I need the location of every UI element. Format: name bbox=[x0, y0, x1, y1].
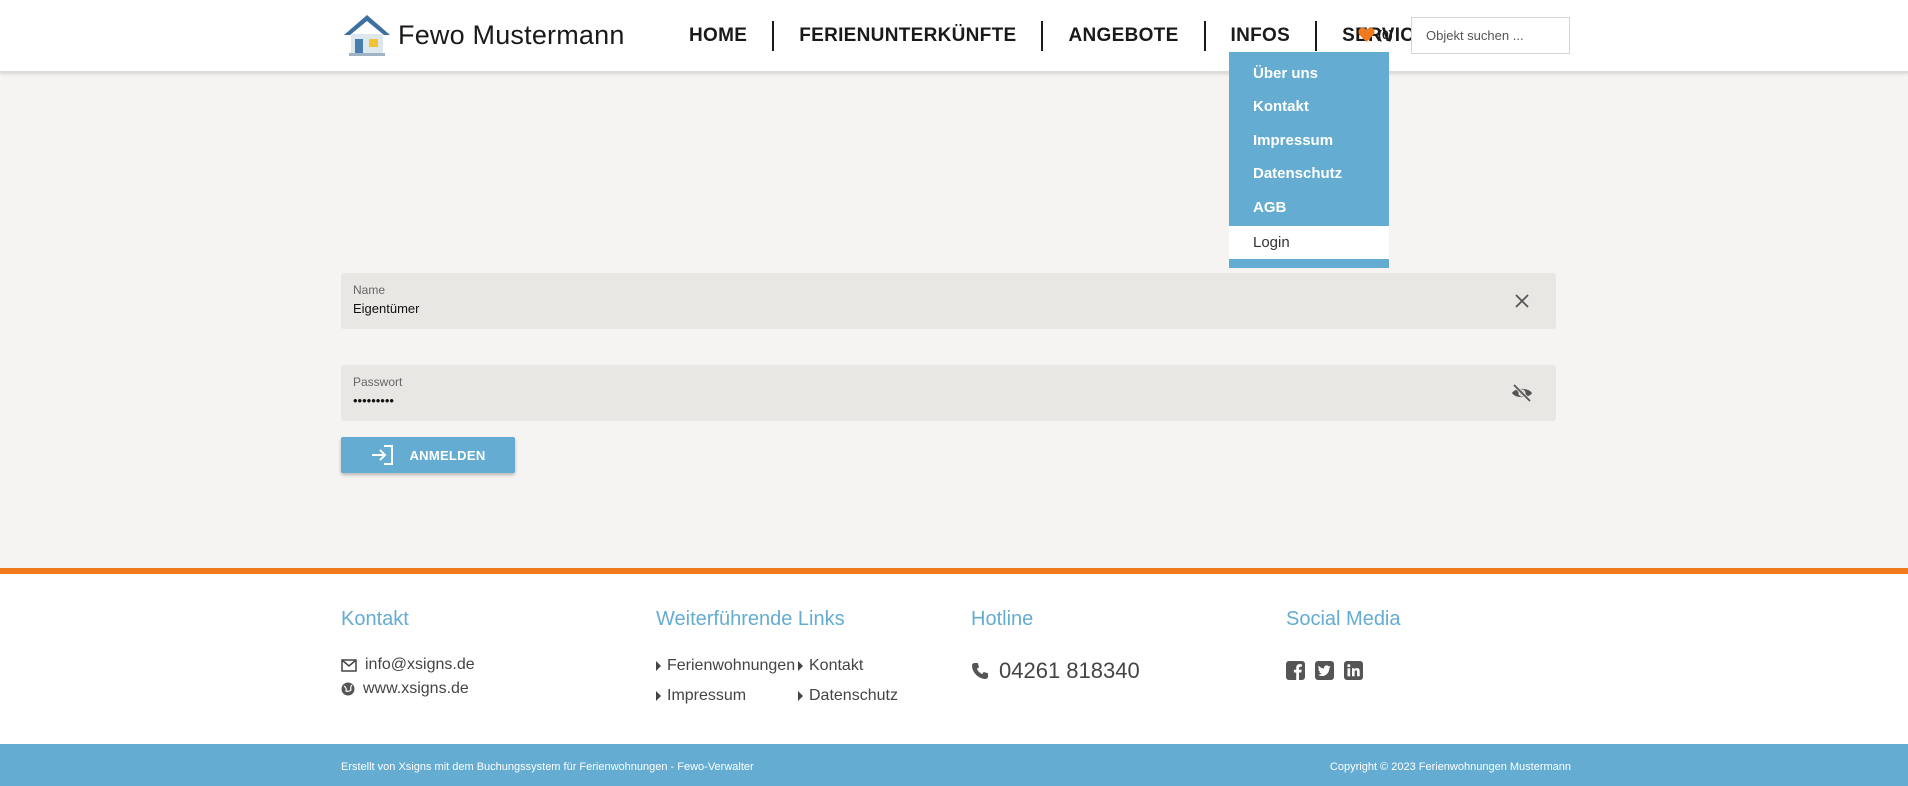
footer-hotline-number: 04261 818340 bbox=[999, 658, 1140, 683]
footer-link-ferienwohnungen[interactable]: Ferienwohnungen bbox=[656, 657, 795, 675]
favorites-count: (0) bbox=[1378, 27, 1393, 42]
caret-right-icon bbox=[656, 661, 661, 671]
password-input[interactable] bbox=[353, 393, 1453, 408]
nav-angebote[interactable]: ANGEBOTE bbox=[1041, 21, 1203, 51]
brand-logo-link[interactable]: Fewo Mustermann bbox=[342, 13, 625, 57]
menu-item-kontakt[interactable]: Kontakt bbox=[1229, 90, 1389, 123]
menu-item-impressum[interactable]: Impressum bbox=[1229, 124, 1389, 157]
social-links bbox=[1286, 661, 1373, 680]
menu-item-login[interactable]: Login bbox=[1229, 226, 1389, 259]
name-label: Name bbox=[353, 283, 386, 297]
close-icon bbox=[1515, 294, 1529, 308]
menu-item-ueber-uns[interactable]: Über uns bbox=[1229, 57, 1389, 90]
caret-right-icon bbox=[798, 661, 803, 671]
login-submit-label: ANMELDEN bbox=[409, 447, 486, 463]
globe-icon bbox=[341, 682, 355, 696]
footer-website: www.xsigns.de bbox=[363, 680, 469, 697]
nav-ferienunterkuenfte[interactable]: FERIENUNTERKÜNFTE bbox=[772, 21, 1041, 51]
footer-link-label: Impressum bbox=[667, 687, 747, 704]
footer-link-kontakt[interactable]: Kontakt bbox=[798, 657, 863, 675]
main-nav: HOME FERIENUNTERKÜNFTE ANGEBOTE INFOS SE… bbox=[664, 18, 1452, 54]
footer-contact-title: Kontakt bbox=[341, 608, 409, 630]
house-icon bbox=[344, 15, 390, 56]
password-field: Passwort bbox=[341, 365, 1556, 421]
copyright-text: Copyright © 2023 Ferienwohnungen Musterm… bbox=[1329, 761, 1571, 773]
footer-social-title: Social Media bbox=[1286, 608, 1401, 630]
menu-item-agb[interactable]: AGB bbox=[1229, 191, 1389, 224]
password-label: Passwort bbox=[353, 375, 403, 389]
footer-links-title: Weiterführende Links bbox=[656, 608, 845, 630]
footer-link-label: Datenschutz bbox=[809, 687, 898, 704]
nav-home[interactable]: HOME bbox=[664, 21, 772, 51]
login-icon bbox=[372, 445, 394, 465]
site-footer: Kontakt info@xsigns.de www.xsigns.de Wei… bbox=[0, 574, 1908, 744]
toggle-password-button[interactable] bbox=[1510, 381, 1534, 405]
footer-hotline-title: Hotline bbox=[971, 608, 1034, 630]
envelope-icon bbox=[341, 658, 357, 672]
favorites-link[interactable]: (0) bbox=[1358, 27, 1393, 42]
footer-link-datenschutz[interactable]: Datenschutz bbox=[798, 687, 898, 705]
name-field: Name bbox=[341, 273, 1556, 329]
caret-right-icon bbox=[656, 691, 661, 701]
site-header: Fewo Mustermann HOME FERIENUNTERKÜNFTE A… bbox=[0, 0, 1908, 73]
caret-right-icon bbox=[798, 691, 803, 701]
service-dropdown-menu: Über uns Kontakt Impressum Datenschutz A… bbox=[1229, 52, 1389, 268]
facebook-icon[interactable] bbox=[1286, 661, 1305, 680]
name-input[interactable] bbox=[353, 301, 1453, 316]
footer-link-label: Kontakt bbox=[809, 657, 864, 674]
clear-button[interactable] bbox=[1510, 289, 1534, 313]
phone-icon bbox=[972, 663, 988, 679]
credits-text: Erstellt von Xsigns mit dem Buchungssyst… bbox=[341, 761, 754, 773]
footer-email-link[interactable]: info@xsigns.de bbox=[341, 656, 475, 674]
footer-link-impressum[interactable]: Impressum bbox=[656, 687, 746, 705]
nav-infos[interactable]: INFOS bbox=[1203, 21, 1316, 51]
footer-link-label: Ferienwohnungen bbox=[667, 657, 796, 674]
menu-item-datenschutz[interactable]: Datenschutz bbox=[1229, 157, 1389, 190]
twitter-icon[interactable] bbox=[1315, 661, 1334, 680]
linkedin-icon[interactable] bbox=[1344, 661, 1363, 680]
login-submit-button[interactable]: ANMELDEN bbox=[341, 437, 515, 473]
bottom-bar: Erstellt von Xsigns mit dem Buchungssyst… bbox=[0, 744, 1908, 786]
eye-off-icon bbox=[1512, 383, 1532, 403]
footer-hotline-link[interactable]: 04261 818340 bbox=[971, 658, 1140, 684]
heart-icon bbox=[1358, 27, 1375, 42]
footer-website-link[interactable]: www.xsigns.de bbox=[341, 680, 469, 698]
footer-email: info@xsigns.de bbox=[365, 656, 475, 673]
search-input[interactable] bbox=[1411, 17, 1570, 54]
brand-name: Fewo Mustermann bbox=[398, 19, 625, 50]
